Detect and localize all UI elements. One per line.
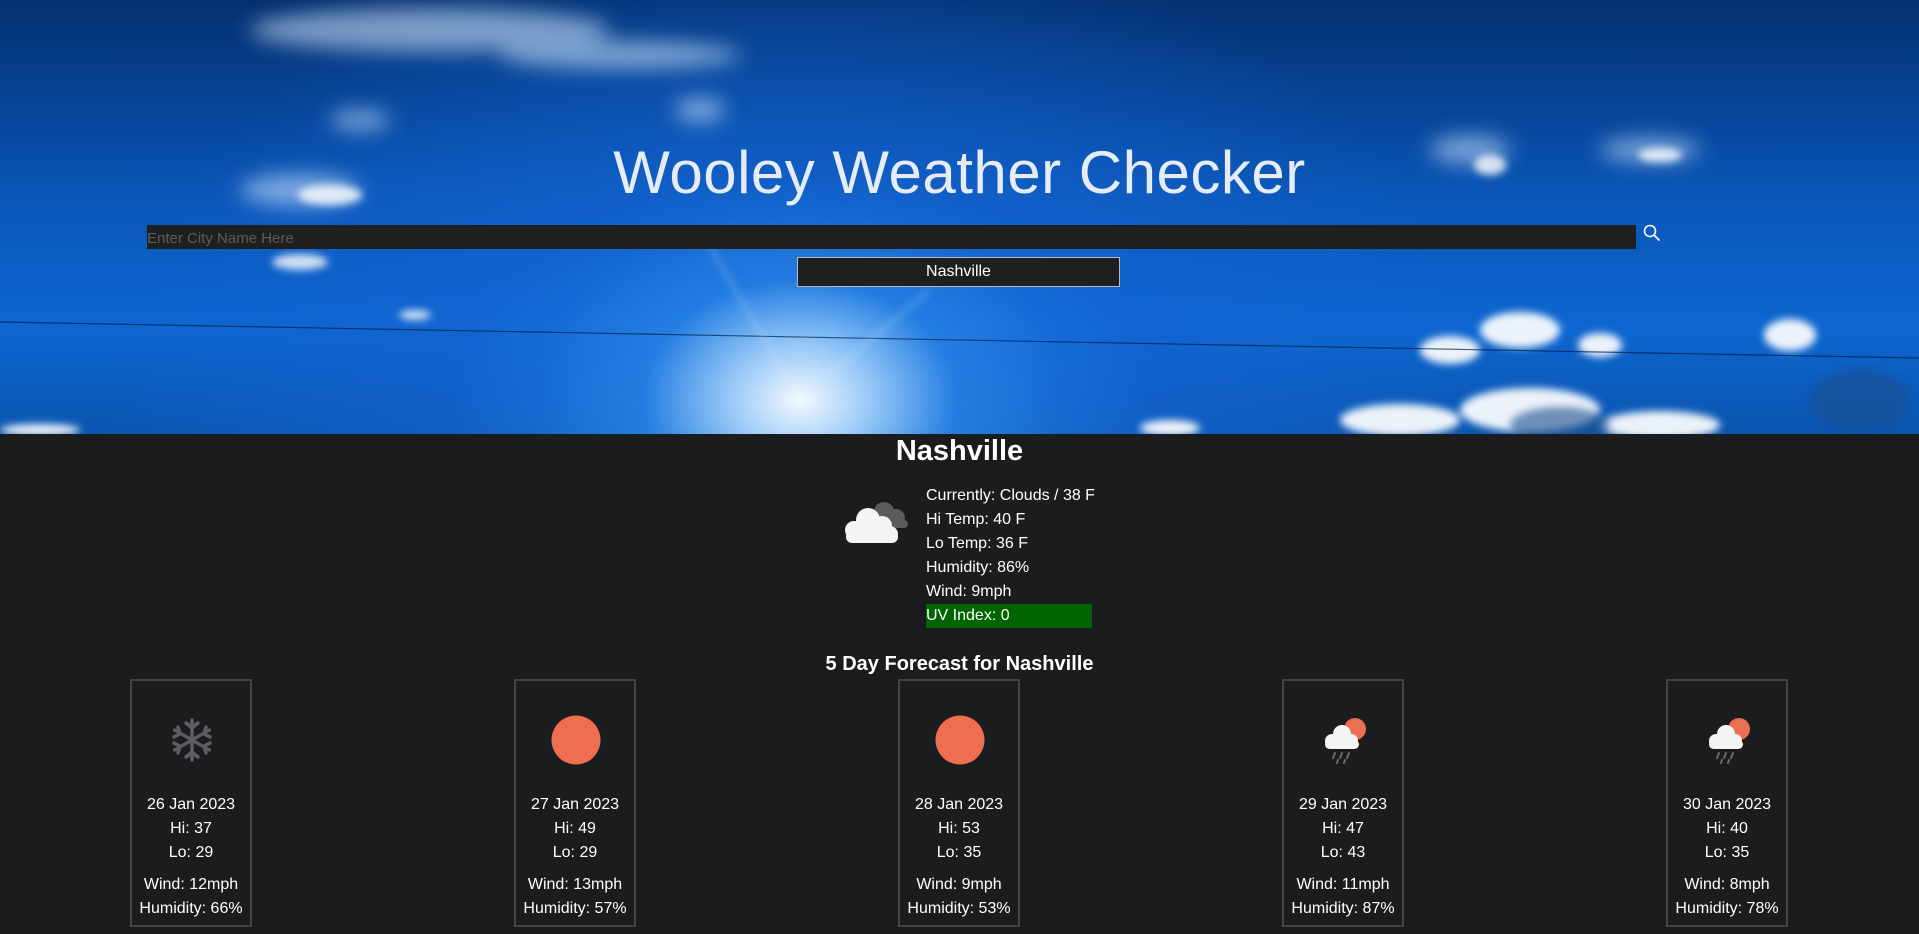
current-weather-icon-wrapper [838, 492, 914, 553]
current-weather-details: Currently: Clouds / 38 F Hi Temp: 40 F L… [926, 484, 1095, 628]
sun-icon [935, 715, 985, 765]
forecast-date: 30 Jan 2023 [1682, 796, 1772, 813]
forecast-title: 5 Day Forecast for Nashville [825, 653, 1094, 675]
rain-sun-icon [1325, 718, 1366, 764]
current-hi-temp: Hi Temp: 40 F [926, 511, 1026, 528]
current-conditions: Currently: Clouds / 38 F [926, 487, 1095, 504]
forecast-hi: Hi: 47 [1322, 820, 1364, 837]
forecast-date: 28 Jan 2023 [914, 796, 1004, 813]
forecast-humidity: Humidity: 53% [907, 900, 1011, 917]
sky-clouds-image [0, 8, 1919, 434]
current-wind: Wind: 9mph [926, 583, 1012, 600]
search-button[interactable] [1641, 222, 1663, 244]
forecast-lo: Lo: 35 [1704, 844, 1750, 861]
forecast-lo: Lo: 43 [1320, 844, 1366, 861]
forecast-date: 27 Jan 2023 [530, 796, 620, 813]
snow-icon [172, 718, 212, 762]
history-city-button[interactable]: Nashville [797, 257, 1120, 287]
forecast-hi: Hi: 49 [554, 820, 596, 837]
forecast-wind: Wind: 11mph [1296, 876, 1390, 893]
current-lo-temp: Lo Temp: 36 F [926, 535, 1028, 552]
forecast-hi: Hi: 40 [1706, 820, 1748, 837]
forecast-wind: Wind: 12mph [143, 876, 239, 893]
forecast-lo: Lo: 29 [552, 844, 598, 861]
forecast-humidity: Humidity: 57% [523, 900, 627, 917]
forecast-card: 27 Jan 2023 Hi: 49 Lo: 29 Wind: 13mph Hu… [514, 679, 636, 927]
rain-sun-icon [1709, 718, 1750, 764]
forecast-card: 28 Jan 2023 Hi: 53 Lo: 35 Wind: 9mph Hum… [898, 679, 1020, 927]
hero-banner: Wooley Weather Checker Nashville [0, 0, 1919, 434]
forecast-lo: Lo: 35 [936, 844, 982, 861]
forecast-wind: Wind: 9mph [916, 876, 1002, 893]
current-humidity: Humidity: 86% [926, 559, 1030, 576]
clouds-icon [845, 502, 908, 543]
forecast-date: 26 Jan 2023 [146, 796, 236, 813]
sun-icon [551, 715, 601, 765]
app-title: Wooley Weather Checker [613, 139, 1306, 206]
uv-index-badge: UV Index: 0 [926, 604, 1092, 628]
city-search-input[interactable] [147, 225, 1636, 249]
current-city-name: Nashville [895, 435, 1024, 467]
forecast-date: 29 Jan 2023 [1298, 796, 1388, 813]
forecast-wind: Wind: 13mph [527, 876, 623, 893]
forecast-humidity: Humidity: 66% [139, 900, 243, 917]
forecast-card: 29 Jan 2023 Hi: 47 Lo: 43 Wind: 11mph Hu… [1282, 679, 1404, 927]
forecast-card: 26 Jan 2023 Hi: 37 Lo: 29 Wind: 12mph Hu… [130, 679, 252, 927]
forecast-card: 30 Jan 2023 Hi: 40 Lo: 35 Wind: 8mph Hum… [1666, 679, 1788, 927]
forecast-humidity: Humidity: 87% [1291, 900, 1395, 917]
forecast-hi: Hi: 37 [170, 820, 212, 837]
search-icon [1643, 224, 1660, 241]
forecast-lo: Lo: 29 [168, 844, 214, 861]
forecast-wind: Wind: 8mph [1684, 876, 1770, 893]
forecast-humidity: Humidity: 78% [1675, 900, 1779, 917]
forecast-hi: Hi: 53 [938, 820, 980, 837]
